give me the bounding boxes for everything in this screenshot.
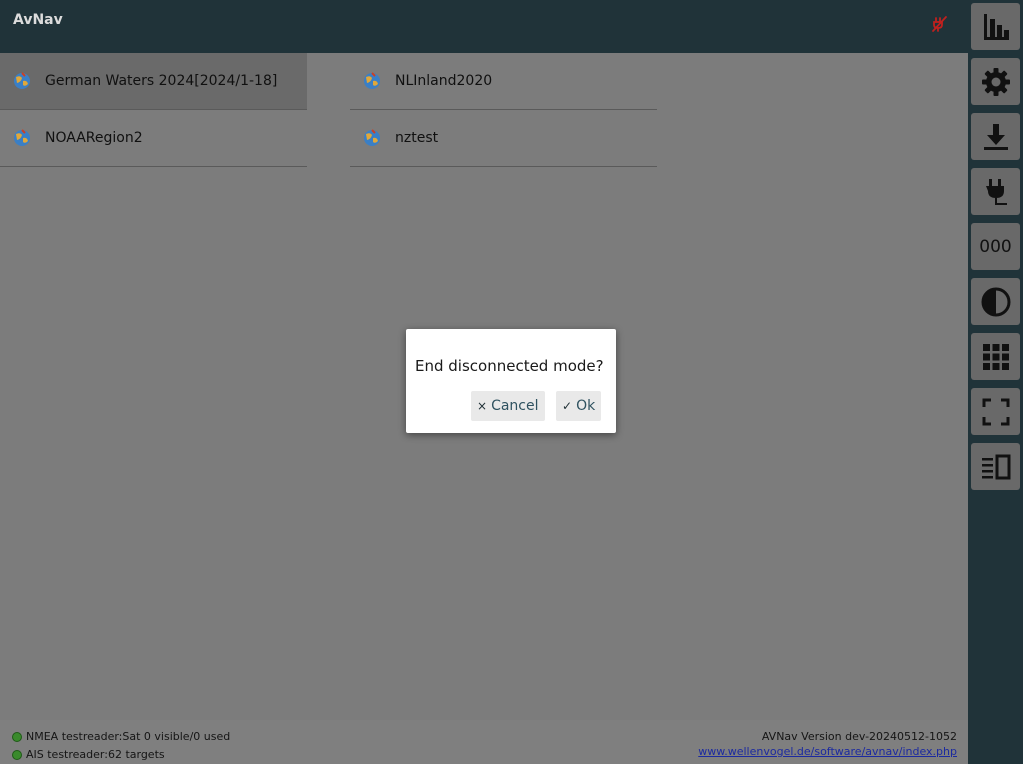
night-mode-button[interactable] — [971, 278, 1020, 325]
split-mode-button[interactable] — [971, 443, 1020, 490]
dashboard-button[interactable] — [971, 3, 1020, 50]
header-bar: AvNav — [0, 0, 968, 53]
confirm-dialog: End disconnected mode? × Cancel ✓ Ok — [406, 329, 616, 433]
version-text: AVNav Version dev-20240512-1052 — [761, 730, 957, 743]
fullscreen-icon — [982, 398, 1009, 425]
ok-button-label: Ok — [576, 398, 596, 414]
ok-button[interactable]: ✓ Ok — [556, 391, 602, 421]
connection-button[interactable] — [971, 168, 1020, 215]
ais-status-line: AIS testreader:62 targets — [12, 748, 165, 761]
status-ok-icon — [12, 731, 22, 742]
disconnected-plug-icon[interactable] — [930, 14, 950, 34]
fullscreen-button[interactable] — [971, 388, 1020, 435]
button-bar: 000 — [968, 0, 1023, 764]
chart-item-german-waters[interactable]: German Waters 2024[2024/1-18] — [0, 53, 307, 110]
contrast-icon — [981, 287, 1010, 316]
chart-globe-icon — [14, 72, 30, 89]
ais-button-text: 000 — [979, 236, 1012, 257]
nmea-status-text: NMEA testreader:Sat 0 visible/0 used — [26, 730, 231, 743]
download-icon — [983, 123, 1008, 150]
chart-globe-icon — [14, 129, 30, 146]
website-link[interactable]: www.wellenvogel.de/software/avnav/index.… — [698, 745, 957, 758]
ais-status-text: AIS testreader:62 targets — [26, 748, 165, 761]
check-icon: ✓ — [562, 399, 573, 413]
cancel-button-label: Cancel — [491, 398, 539, 414]
split-view-icon — [981, 454, 1010, 479]
cancel-button[interactable]: × Cancel — [471, 391, 545, 421]
chart-item-noaaregion2[interactable]: NOAARegion2 — [0, 110, 307, 167]
chart-globe-icon — [364, 72, 380, 89]
download-button[interactable] — [971, 113, 1020, 160]
gear-icon — [981, 67, 1010, 96]
grid-icon — [982, 343, 1009, 370]
chart-globe-icon — [364, 129, 380, 146]
plug-icon — [985, 178, 1007, 205]
bar-chart-icon — [983, 13, 1009, 40]
chart-item-label: nztest — [395, 130, 439, 146]
chart-item-nlinland[interactable]: NLInland2020 — [350, 53, 657, 110]
chart-item-label: German Waters 2024[2024/1-18] — [45, 73, 278, 89]
chart-item-label: NLInland2020 — [395, 73, 493, 89]
status-ok-icon — [12, 749, 22, 760]
settings-button[interactable] — [971, 58, 1020, 105]
dialog-message: End disconnected mode? — [415, 357, 604, 375]
status-footer: NMEA testreader:Sat 0 visible/0 used AIS… — [0, 720, 968, 764]
ais-button[interactable]: 000 — [971, 223, 1020, 270]
close-icon: × — [477, 399, 488, 413]
apps-button[interactable] — [971, 333, 1020, 380]
nmea-status-line: NMEA testreader:Sat 0 visible/0 used — [12, 730, 230, 743]
chart-item-label: NOAARegion2 — [45, 130, 143, 146]
app-title: AvNav — [13, 12, 63, 28]
chart-item-nztest[interactable]: nztest — [350, 110, 657, 167]
